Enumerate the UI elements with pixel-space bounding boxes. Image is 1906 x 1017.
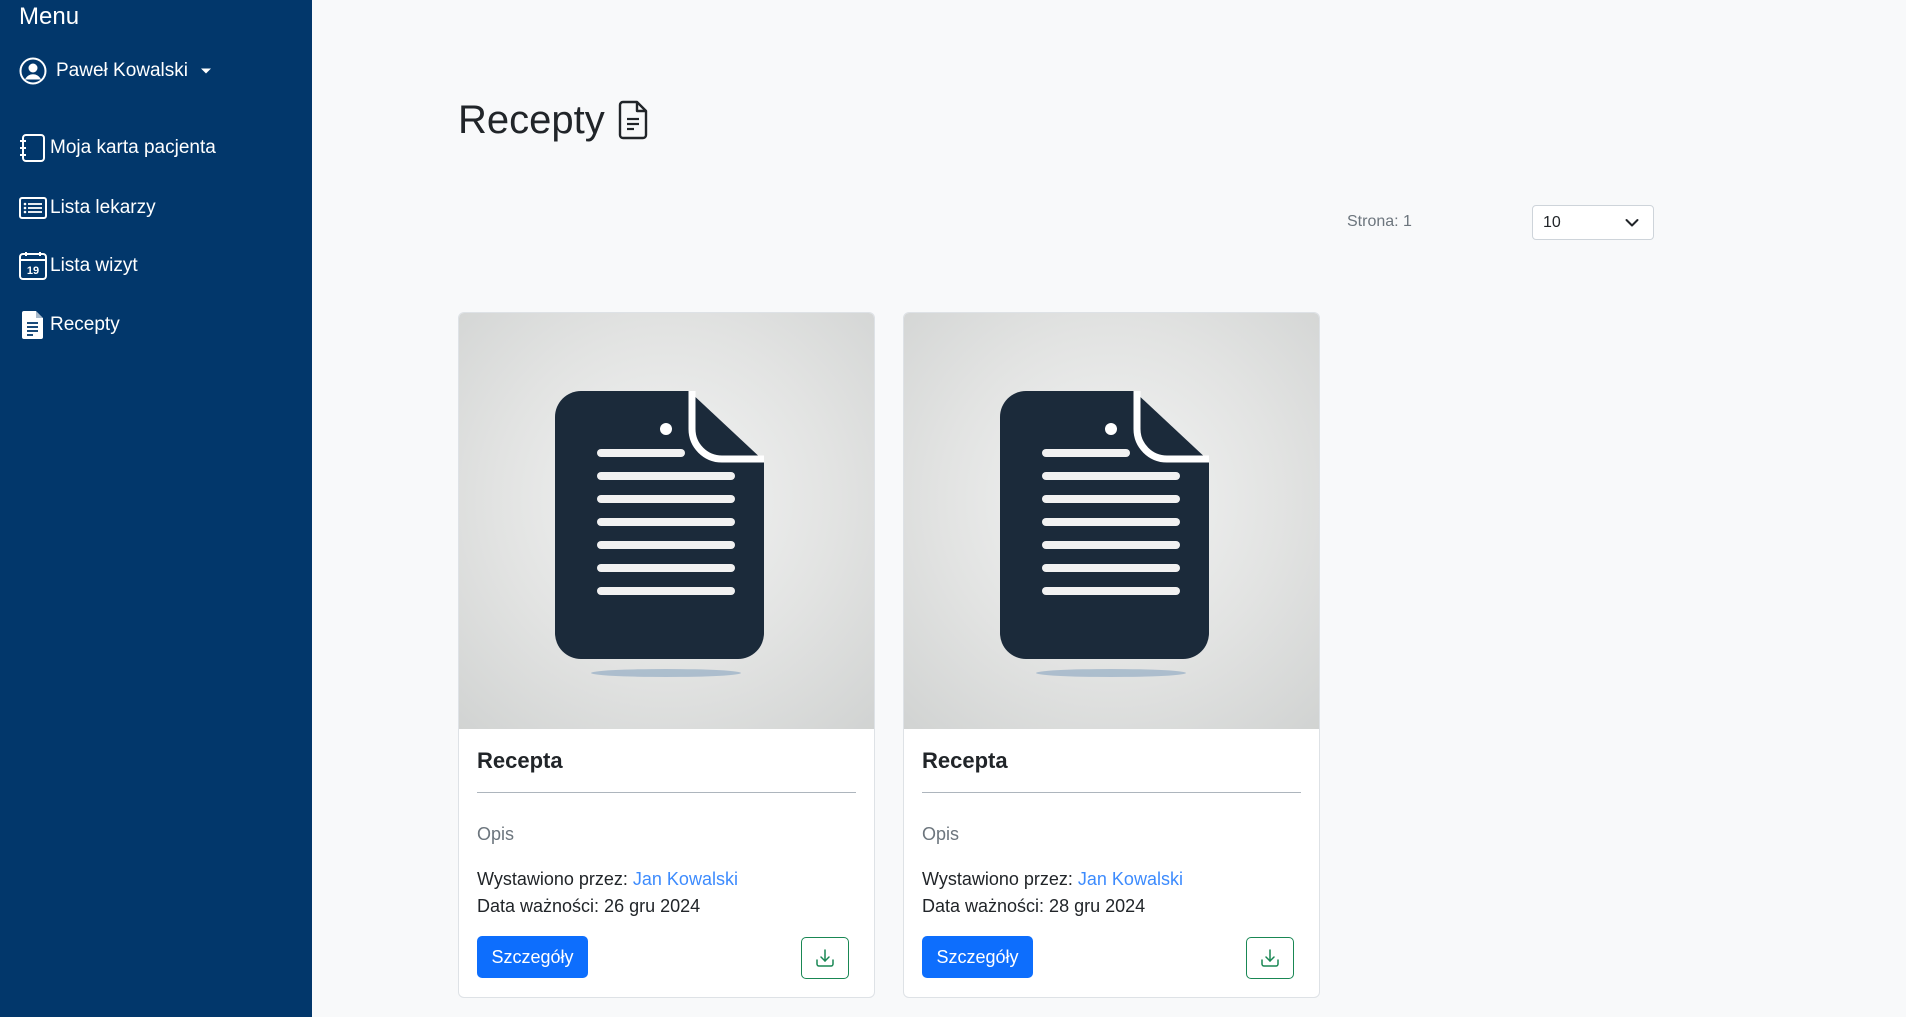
- file-text-icon: [22, 311, 43, 339]
- page-size-value: 10: [1543, 213, 1561, 231]
- issuer-label: Wystawiono przez:: [922, 869, 1073, 889]
- sidebar-title: Menu: [19, 3, 80, 30]
- card-issuer: Wystawiono przez: Jan Kowalski: [477, 867, 738, 891]
- sidebar-item-doctors[interactable]: Lista lekarzy: [19, 193, 156, 223]
- sidebar-item-visits[interactable]: 19 Lista wizyt: [19, 251, 138, 281]
- chevron-down-icon: [1625, 219, 1639, 227]
- card-title: Recepta: [922, 748, 1008, 773]
- doctor-link[interactable]: Jan Kowalski: [633, 869, 738, 889]
- details-button[interactable]: Szczegóły: [477, 936, 588, 978]
- download-button[interactable]: [1246, 937, 1294, 979]
- page-title: Recepty: [458, 98, 605, 142]
- sidebar-item-label: Recepty: [50, 314, 120, 335]
- user-name: Paweł Kowalski: [56, 60, 188, 81]
- list-icon: [19, 197, 47, 219]
- card-divider: [477, 792, 856, 793]
- card-issuer: Wystawiono przez: Jan Kowalski: [922, 867, 1183, 891]
- page-header: Recepty: [458, 96, 649, 144]
- caret-down-icon: [201, 68, 211, 74]
- doctor-link[interactable]: Jan Kowalski: [1078, 869, 1183, 889]
- journal-icon: [20, 134, 45, 162]
- download-button[interactable]: [801, 937, 849, 979]
- sidebar-item-prescriptions[interactable]: Recepty: [19, 310, 120, 340]
- calendar-icon: 19: [19, 252, 47, 280]
- prescription-card: Recepta Opis Wystawiono przez: Jan Kowal…: [903, 312, 1320, 998]
- card-description: Opis: [477, 824, 515, 844]
- download-icon: [1261, 949, 1279, 967]
- prescription-card: Recepta Opis Wystawiono przez: Jan Kowal…: [458, 312, 875, 998]
- sidebar-item-patient-card[interactable]: Moja karta pacjenta: [19, 133, 216, 163]
- user-menu-toggle[interactable]: Paweł Kowalski: [19, 57, 212, 85]
- issuer-label: Wystawiono przez:: [477, 869, 628, 889]
- prescription-image: [904, 313, 1319, 729]
- prescription-image: [459, 313, 874, 729]
- page-indicator: Strona: 1: [1347, 213, 1412, 230]
- sidebar-item-label: Moja karta pacjenta: [50, 137, 216, 158]
- card-expiry: Data ważności: 26 gru 2024: [477, 896, 701, 916]
- sidebar: Menu Paweł Kowalski Moja karta pacjenta: [0, 0, 312, 1017]
- sidebar-item-label: Lista lekarzy: [50, 197, 156, 218]
- card-divider: [922, 792, 1301, 793]
- details-button[interactable]: Szczegóły: [922, 936, 1033, 978]
- download-icon: [816, 949, 834, 967]
- user-circle-icon: [19, 57, 47, 85]
- card-description: Opis: [922, 824, 960, 844]
- sidebar-item-label: Lista wizyt: [50, 255, 138, 276]
- card-expiry: Data ważności: 28 gru 2024: [922, 896, 1146, 916]
- page-size-select[interactable]: 10: [1532, 205, 1654, 240]
- svg-text:19: 19: [27, 265, 39, 277]
- file-text-icon: [618, 100, 647, 140]
- card-title: Recepta: [477, 748, 563, 773]
